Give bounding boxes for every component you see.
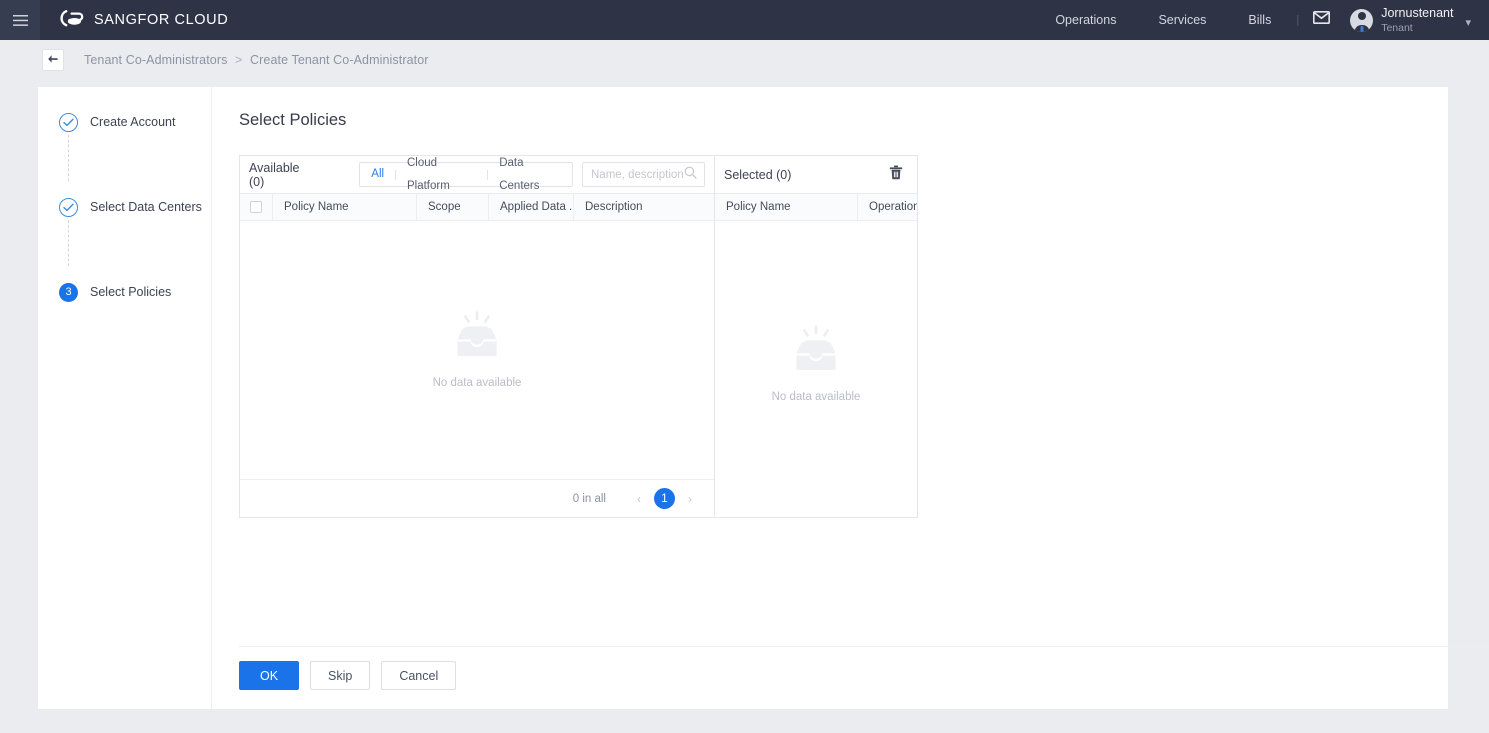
back-button[interactable] [42, 48, 64, 71]
policy-search-box[interactable] [582, 162, 705, 187]
step-number-badge: 3 [59, 282, 78, 302]
sidebar-item-select-data-centers[interactable]: Select Data Centers [38, 193, 211, 266]
column-policy-name: Policy Name [273, 194, 417, 220]
step-label: Select Data Centers [90, 200, 202, 214]
policy-transfer-widget: Available (0) All Cloud Platform Data Ce… [239, 155, 1448, 518]
column-applied-data-centers: Applied Data ... [489, 194, 574, 220]
nav-item-services[interactable]: Services [1137, 0, 1227, 40]
search-icon[interactable] [684, 166, 697, 184]
policy-filter-tabs: All Cloud Platform Data Centers [359, 157, 573, 192]
breadcrumb-parent[interactable]: Tenant Co-Administrators [84, 53, 227, 67]
user-avatar-icon [1350, 8, 1374, 32]
chevron-right-icon[interactable]: › [679, 488, 701, 510]
sidebar-item-create-account[interactable]: Create Account [38, 108, 211, 181]
brand-logo[interactable]: SANGFOR CLOUD [59, 0, 228, 40]
select-all-cell [240, 194, 273, 220]
filter-tab-data-centers[interactable]: Data Centers [488, 152, 572, 198]
skip-button[interactable]: Skip [310, 661, 371, 690]
messages-button[interactable] [1303, 11, 1344, 29]
clear-selected-button[interactable] [889, 165, 903, 185]
step-complete-icon [59, 197, 78, 217]
footer-divider [239, 646, 1489, 647]
step-label: Select Policies [90, 285, 172, 299]
wizard-content: Select Policies Available (0) All Cloud … [212, 87, 1489, 709]
hamburger-icon [12, 14, 28, 26]
column-operation: Operation [869, 201, 917, 213]
cloud-logo-icon [59, 8, 85, 33]
user-name: Jornustenant [1381, 6, 1454, 21]
breadcrumb: Tenant Co-Administrators > Create Tenant… [84, 53, 429, 67]
chevron-left-icon[interactable]: ‹ [628, 488, 650, 510]
select-all-checkbox[interactable] [250, 201, 262, 213]
page-title: Select Policies [239, 111, 347, 129]
available-panel-header: Available (0) All Cloud Platform Data Ce… [240, 156, 714, 194]
nav-item-bills[interactable]: Bills [1227, 0, 1292, 40]
step-connector [68, 135, 69, 181]
selected-policies-panel: Selected (0) Policy Name Operation No da… [715, 155, 918, 518]
empty-state-text: No data available [771, 390, 861, 403]
selected-table-header: Policy Name Operation [715, 194, 917, 221]
ok-button[interactable]: OK [239, 661, 299, 690]
step-connector [68, 220, 69, 266]
user-menu-button[interactable]: Jornustenant Tenant ▾ [1344, 6, 1471, 34]
available-table-pagination: 0 in all ‹ 1 › [240, 479, 714, 517]
filter-tab-all[interactable]: All [360, 163, 395, 186]
page-number-1[interactable]: 1 [654, 488, 675, 509]
chevron-down-icon: ▾ [1465, 17, 1471, 29]
main-card: Create Account Select Data Centers 3 Sel… [38, 87, 1489, 709]
empty-inbox-icon [449, 311, 505, 366]
menu-toggle-button[interactable] [0, 0, 40, 40]
selected-table-body: No data available [715, 221, 917, 506]
available-policies-panel: Available (0) All Cloud Platform Data Ce… [239, 155, 715, 518]
column-policy-name: Policy Name [715, 194, 858, 220]
empty-inbox-icon [788, 324, 844, 380]
user-info: Jornustenant Tenant [1381, 6, 1453, 33]
step-complete-icon [59, 112, 78, 132]
selected-panel-header: Selected (0) [715, 156, 917, 194]
breadcrumb-bar: Tenant Co-Administrators > Create Tenant… [0, 40, 1489, 79]
step-label: Create Account [90, 115, 176, 129]
back-arrow-icon [47, 51, 59, 69]
brand-name: SANGFOR CLOUD [94, 12, 229, 28]
footer-actions: OK Skip Cancel [239, 661, 457, 690]
available-table-header: Policy Name Scope Applied Data ... Descr… [240, 194, 714, 221]
available-empty-state: No data available [240, 311, 714, 389]
column-scope: Scope [417, 194, 489, 220]
available-panel-title: Available (0) [249, 160, 300, 189]
trash-icon [889, 165, 903, 185]
empty-state-text: No data available [432, 377, 522, 389]
user-role: Tenant [1381, 21, 1413, 34]
total-count-label: 0 in all [572, 492, 606, 505]
sidebar-item-select-policies[interactable]: 3 Select Policies [38, 278, 211, 306]
available-table-body: No data available [240, 221, 714, 479]
top-navigation: Operations Services Bills | Jornustenant… [1034, 0, 1489, 40]
breadcrumb-separator: > [235, 52, 243, 67]
selected-panel-title: Selected (0) [724, 167, 792, 182]
top-header-bar: SANGFOR CLOUD Operations Services Bills … [0, 0, 1489, 40]
mail-icon [1313, 11, 1331, 29]
breadcrumb-current: Create Tenant Co-Administrator [250, 52, 429, 67]
wizard-steps-sidebar: Create Account Select Data Centers 3 Sel… [38, 87, 212, 709]
cancel-button[interactable]: Cancel [381, 661, 457, 690]
nav-separator: | [1296, 14, 1300, 26]
search-input[interactable] [591, 168, 684, 181]
selected-empty-state: No data available [715, 324, 917, 403]
column-description: Description [585, 201, 643, 213]
nav-item-operations[interactable]: Operations [1034, 0, 1137, 40]
filter-tab-cloud-platform[interactable]: Cloud Platform [396, 152, 487, 198]
